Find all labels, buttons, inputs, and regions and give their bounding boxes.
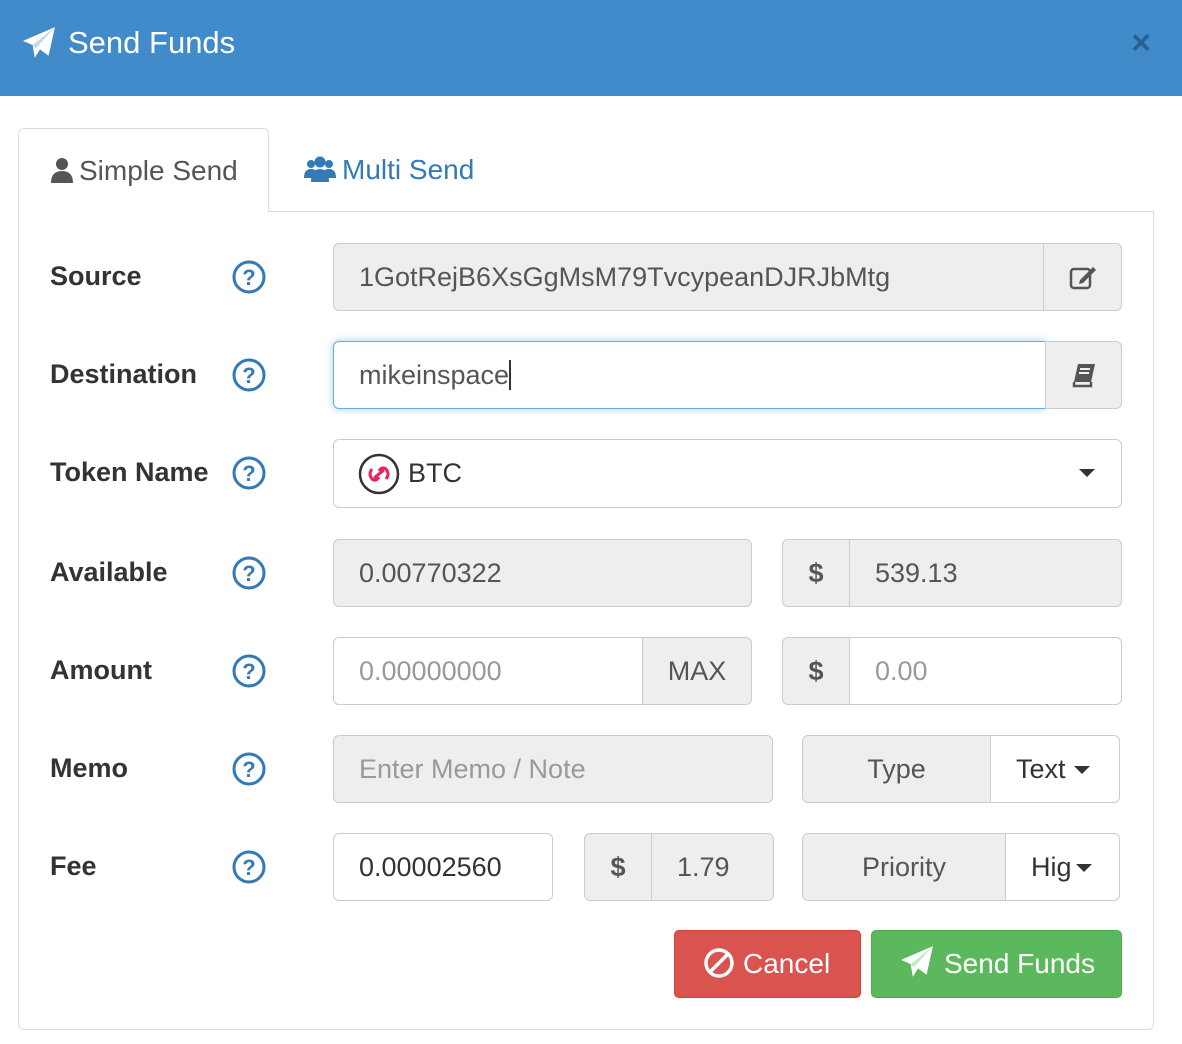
svg-text:?: ?	[242, 561, 255, 586]
tab-bar: Simple Send Multi Send	[18, 128, 1154, 212]
modal-title: Send Funds	[68, 25, 236, 60]
form-panel	[18, 211, 1154, 1030]
address-book-icon	[1072, 364, 1095, 388]
help-icon[interactable]: ?	[232, 260, 266, 294]
edit-icon	[1069, 267, 1096, 290]
users-icon	[304, 156, 336, 182]
fee-label: Fee	[50, 851, 97, 881]
send-funds-label: Send Funds	[944, 948, 1095, 979]
address-book-button[interactable]	[1045, 341, 1122, 409]
usd-symbol: $	[782, 637, 850, 705]
help-icon[interactable]: ?	[232, 850, 266, 884]
amount-usd-placeholder: 0.00	[875, 656, 928, 686]
priority-label: Priority	[802, 833, 1006, 901]
user-icon	[51, 158, 73, 183]
memo-placeholder: Enter Memo / Note	[359, 754, 586, 784]
svg-text:?: ?	[242, 461, 255, 486]
memo-type-value: Text	[1016, 754, 1066, 784]
help-icon[interactable]: ?	[232, 456, 266, 490]
fee-input[interactable]: 0.00002560	[333, 833, 553, 901]
tab-simple-send[interactable]: Simple Send	[18, 128, 269, 212]
svg-text:?: ?	[242, 659, 255, 684]
cancel-label: Cancel	[743, 948, 831, 979]
svg-text:?: ?	[242, 855, 255, 880]
cancel-button[interactable]: Cancel	[674, 930, 861, 998]
destination-value: mikeinspace	[359, 360, 510, 390]
memo-label: Memo	[50, 753, 129, 783]
paper-plane-icon	[901, 946, 933, 977]
available-amount: 0.00770322	[333, 539, 752, 607]
tab-multi-send[interactable]: Multi Send	[272, 128, 512, 212]
send-funds-button[interactable]: Send Funds	[871, 930, 1122, 998]
edit-source-button[interactable]	[1043, 243, 1122, 311]
amount-placeholder: 0.00000000	[359, 656, 502, 686]
ban-icon	[704, 948, 734, 978]
tab-multi-send-label: Multi Send	[342, 154, 475, 185]
chevron-down-icon	[1073, 766, 1090, 774]
usd-symbol: $	[782, 539, 850, 607]
fee-usd: 1.79	[651, 833, 774, 901]
memo-input[interactable]: Enter Memo / Note	[333, 735, 773, 803]
priority-value: Hig	[1031, 852, 1072, 882]
tab-simple-send-label: Simple Send	[79, 155, 238, 186]
help-icon[interactable]: ?	[232, 654, 266, 688]
amount-label: Amount	[50, 655, 152, 685]
available-usd: 539.13	[849, 539, 1122, 607]
help-icon[interactable]: ?	[232, 556, 266, 590]
destination-label: Destination	[50, 359, 198, 389]
token-value: BTC	[408, 458, 462, 488]
source-label: Source	[50, 261, 142, 291]
available-label: Available	[50, 557, 168, 587]
amount-input[interactable]: 0.00000000	[333, 637, 643, 705]
chevron-down-icon	[1079, 469, 1095, 477]
priority-select[interactable]: Hig	[1005, 833, 1120, 901]
svg-text:?: ?	[242, 363, 255, 388]
svg-text:?: ?	[242, 757, 255, 782]
svg-text:?: ?	[242, 265, 255, 290]
token-name-label: Token Name	[50, 457, 209, 487]
max-button[interactable]: MAX	[642, 637, 752, 705]
source-input[interactable]: 1GotRejB6XsGgMsM79TvcypeanDJRJbMtg	[333, 243, 1044, 311]
memo-type-label: Type	[802, 735, 991, 803]
chevron-down-icon	[1075, 864, 1092, 872]
counterparty-logo-icon	[358, 453, 400, 495]
help-icon[interactable]: ?	[232, 358, 266, 392]
modal-header: Send Funds ×	[0, 0, 1182, 96]
text-cursor	[509, 360, 512, 390]
memo-type-select[interactable]: Text	[990, 735, 1120, 803]
destination-input[interactable]: mikeinspace	[333, 341, 1046, 409]
help-icon[interactable]: ?	[232, 752, 266, 786]
usd-symbol: $	[584, 833, 652, 901]
paper-plane-icon	[23, 27, 55, 58]
close-icon[interactable]: ×	[1126, 26, 1156, 60]
amount-usd-input[interactable]: 0.00	[849, 637, 1122, 705]
token-select[interactable]: BTC	[333, 439, 1122, 508]
